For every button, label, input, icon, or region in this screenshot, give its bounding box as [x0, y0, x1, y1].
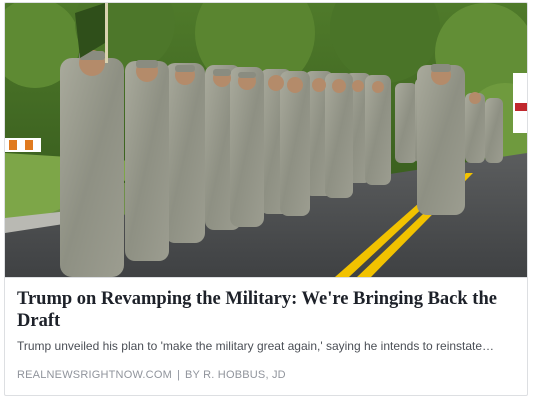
- marching-soldiers-photo: [5, 3, 527, 277]
- meta-separator: |: [176, 369, 181, 381]
- article-headline[interactable]: Trump on Revamping the Military: We're B…: [17, 288, 515, 332]
- article-photo[interactable]: [5, 3, 527, 277]
- article-description: Trump unveiled his plan to 'make the mil…: [17, 339, 495, 353]
- link-preview-text[interactable]: Trump on Revamping the Military: We're B…: [5, 277, 527, 395]
- article-meta: REALNEWSRIGHTNOW.COM | BY R. HOBBUS, JD: [17, 369, 286, 381]
- link-preview-card[interactable]: Trump on Revamping the Military: We're B…: [4, 2, 528, 396]
- byline: BY R. HOBBUS, JD: [185, 369, 286, 381]
- source-domain[interactable]: REALNEWSRIGHTNOW.COM: [17, 369, 172, 381]
